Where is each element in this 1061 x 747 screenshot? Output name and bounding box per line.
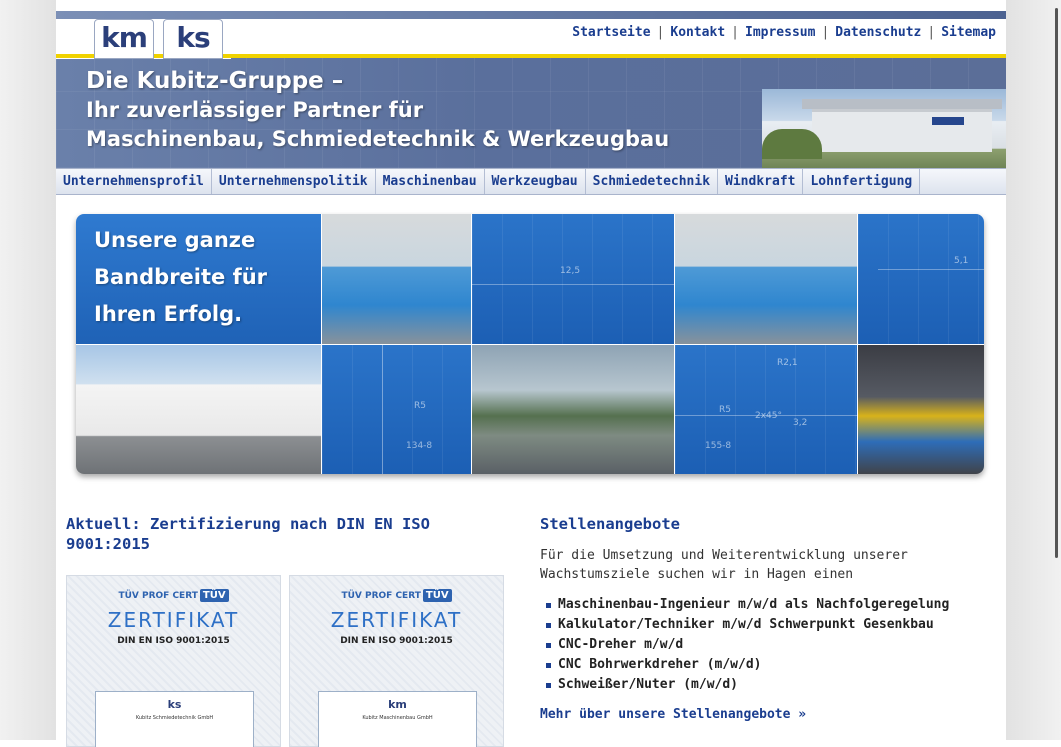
news-section: Aktuell: Zertifizierung nach DIN EN ISO … xyxy=(66,514,506,747)
nav-separator: | xyxy=(656,25,665,40)
job-item: CNC Bohrwerkdreher (m/w/d) xyxy=(540,655,980,675)
site-header: km ks Startseite | Kontakt | Impressum | Daten… xyxy=(56,11,1006,168)
nav-link-startseite[interactable]: Startseite xyxy=(572,25,650,40)
nav-link-impressum[interactable]: Impressum xyxy=(745,25,815,40)
nav-link-kontakt[interactable]: Kontakt xyxy=(670,25,725,40)
header-building-photo xyxy=(762,89,1006,168)
logo-km[interactable]: km xyxy=(94,19,154,59)
tuv-badge-icon: TÜV xyxy=(199,589,229,602)
jobs-list: Maschinenbau-Ingenieur m/w/d als Nachfol… xyxy=(540,595,980,695)
tuv-badge-icon: TÜV xyxy=(422,589,452,602)
banner-drawing-tile: R2,1 R5 2x45° 3,2 155-8 xyxy=(675,345,857,474)
drawing-dimension: 12,5 xyxy=(560,266,581,276)
certificate-company-box: ks Kubitz Schmiedetechnik GmbH xyxy=(95,691,254,747)
nav-separator: | xyxy=(927,25,936,40)
tuv-label: TÜV PROF CERT xyxy=(341,591,421,601)
job-item: Maschinenbau-Ingenieur m/w/d als Nachfol… xyxy=(540,595,980,615)
banner-slogan: Unsere ganze Bandbreite für Ihren Erfolg… xyxy=(94,222,267,333)
page-container: km ks Startseite | Kontakt | Impressum | Daten… xyxy=(56,11,1006,747)
certificate-standard: DIN EN ISO 9001:2015 xyxy=(117,636,230,646)
job-item: Schweißer/Nuter (m/w/d) xyxy=(540,675,980,695)
tuv-logo: TÜV PROF CERT TÜV xyxy=(118,589,229,602)
main-nav-unternehmensprofil[interactable]: Unternehmensprofil xyxy=(56,169,212,194)
drawing-line xyxy=(878,269,984,270)
nav-separator: | xyxy=(821,25,830,40)
certificate-company-box: km Kubitz Maschinenbau GmbH xyxy=(318,691,477,747)
main-nav-unternehmenspolitik[interactable]: Unternehmenspolitik xyxy=(212,169,376,194)
main-nav-werkzeugbau[interactable]: Werkzeugbau xyxy=(485,169,586,194)
jobs-intro: Für die Umsetzung und Weiterentwicklung … xyxy=(540,548,908,582)
logo-ks[interactable]: ks xyxy=(163,19,223,59)
certificate-km[interactable]: TÜV PROF CERT TÜV ZERTIFIKAT DIN EN ISO 9… xyxy=(289,575,504,747)
drawing-line xyxy=(382,345,383,474)
certificate-ks[interactable]: TÜV PROF CERT TÜV ZERTIFIKAT DIN EN ISO 9… xyxy=(66,575,281,747)
building-sign xyxy=(932,117,964,125)
drawing-dimension: 134-8 xyxy=(406,441,433,451)
main-nav-maschinenbau[interactable]: Maschinenbau xyxy=(376,169,485,194)
tuv-label: TÜV PROF CERT xyxy=(118,591,198,601)
drawing-dimension: 5,1 xyxy=(954,256,969,266)
certificate-standard: DIN EN ISO 9001:2015 xyxy=(340,636,453,646)
banner-drawing-tile: 12,5 xyxy=(472,214,674,344)
building-roof xyxy=(802,99,1002,109)
headline-line-1: Die Kubitz-Gruppe – xyxy=(86,68,344,94)
page-background-left xyxy=(0,0,56,740)
main-navigation: Unternehmensprofil Unternehmenspolitik M… xyxy=(56,168,1006,195)
jobs-section: Stellenangebote Für die Umsetzung und We… xyxy=(540,514,980,722)
page-background-right xyxy=(1006,0,1061,740)
drawing-dimension: 2x45° xyxy=(755,411,783,421)
banner-photo-building xyxy=(76,345,321,474)
job-item: Kalkulator/Techniker m/w/d Schwerpunkt G… xyxy=(540,615,980,635)
certificate-company: Kubitz Schmiedetechnik GmbH xyxy=(135,715,214,721)
jobs-title: Stellenangebote xyxy=(540,515,680,533)
jobs-more-link[interactable]: Mehr über unsere Stellenangebote » xyxy=(540,707,806,722)
drawing-dimension: 3,2 xyxy=(793,418,808,428)
certificate-logo: ks xyxy=(167,698,182,711)
banner-slogan-line-2: Bandbreite für xyxy=(94,265,268,289)
news-title: Aktuell: Zertifizierung nach DIN EN ISO … xyxy=(66,515,430,553)
drawing-dimension: R5 xyxy=(719,405,731,415)
tuv-logo: TÜV PROF CERT TÜV xyxy=(341,589,452,602)
drawing-dimension: R5 xyxy=(414,401,426,411)
certificate-row: TÜV PROF CERT TÜV ZERTIFIKAT DIN EN ISO 9… xyxy=(66,575,506,747)
nav-separator: | xyxy=(731,25,739,40)
main-nav-schmiedetechnik[interactable]: Schmiedetechnik xyxy=(586,169,719,194)
banner-drawing-tile: R5 134-8 xyxy=(322,345,471,474)
nav-link-datenschutz[interactable]: Datenschutz xyxy=(835,25,921,40)
building-wall xyxy=(812,109,992,152)
drawing-dimension: R2,1 xyxy=(777,358,798,368)
certificate-heading: ZERTIFIKAT xyxy=(107,608,240,632)
drawing-line xyxy=(472,284,674,285)
building-trees xyxy=(762,129,822,159)
certificate-logo: km xyxy=(388,698,407,711)
banner-drawing-tile: 5,1 xyxy=(858,214,984,344)
banner-slogan-line-1: Unsere ganze xyxy=(94,228,256,252)
banner-photo-lathe xyxy=(322,214,471,344)
scrollbar[interactable] xyxy=(1055,8,1058,558)
certificate-company: Kubitz Maschinenbau GmbH xyxy=(362,715,433,721)
banner-photo-workshop xyxy=(472,345,674,474)
main-nav-windkraft[interactable]: Windkraft xyxy=(718,169,804,194)
drawing-dimension: 155-8 xyxy=(705,441,732,451)
job-item: CNC-Dreher m/w/d xyxy=(540,635,980,655)
headline-line-2: Ihr zuverlässiger Partner für xyxy=(86,98,424,122)
hero-banner: Unsere ganze Bandbreite für Ihren Erfolg… xyxy=(76,214,984,474)
headline-line-3: Maschinenbau, Schmiedetechnik & Werkzeug… xyxy=(86,127,670,151)
main-nav-lohnfertigung[interactable]: Lohnfertigung xyxy=(803,169,921,194)
banner-slogan-line-3: Ihren Erfolg. xyxy=(94,302,243,326)
banner-text-tile: Unsere ganze Bandbreite für Ihren Erfolg… xyxy=(76,214,321,344)
nav-link-sitemap[interactable]: Sitemap xyxy=(941,25,996,40)
top-navigation: Startseite | Kontakt | Impressum | Datenschutz… xyxy=(572,25,996,40)
certificate-heading: ZERTIFIKAT xyxy=(330,608,463,632)
banner-photo-machine xyxy=(675,214,857,344)
banner-photo-forge xyxy=(858,345,984,474)
header-headline: Die Kubitz-Gruppe – Ihr zuverlässiger Pa… xyxy=(86,67,669,154)
